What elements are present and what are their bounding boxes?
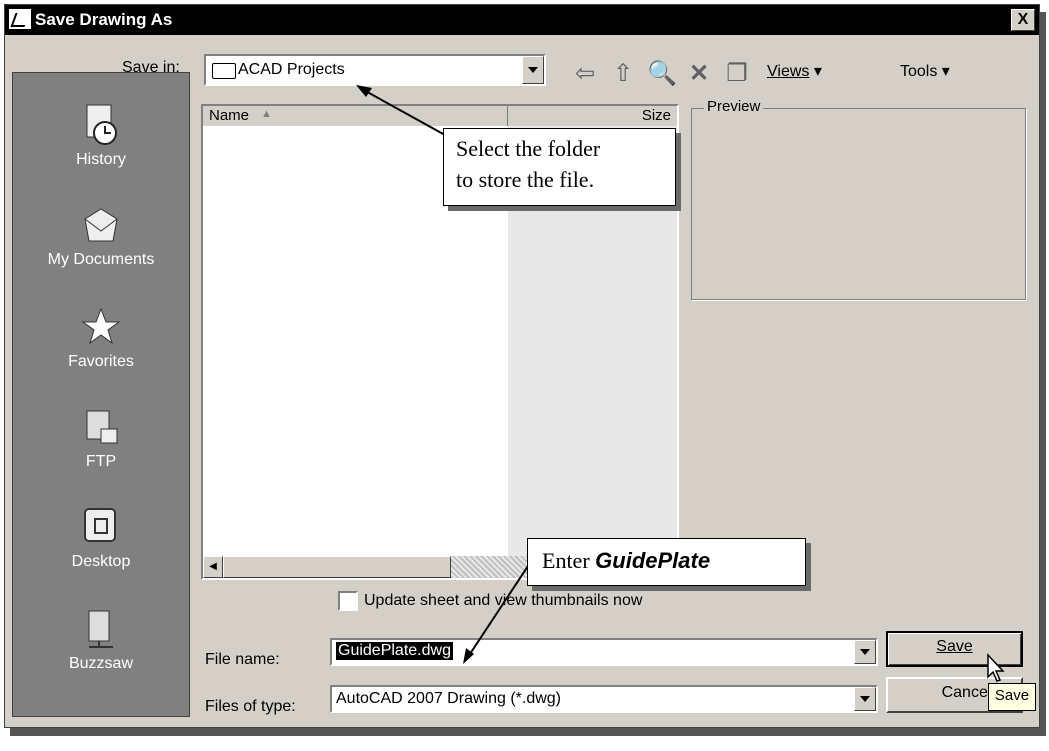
callout-select-folder: Select the folder to store the file. (443, 128, 676, 206)
callout-arrows (356, 85, 531, 664)
callout-enter-guideplate: Enter GuidePlate (527, 538, 806, 586)
